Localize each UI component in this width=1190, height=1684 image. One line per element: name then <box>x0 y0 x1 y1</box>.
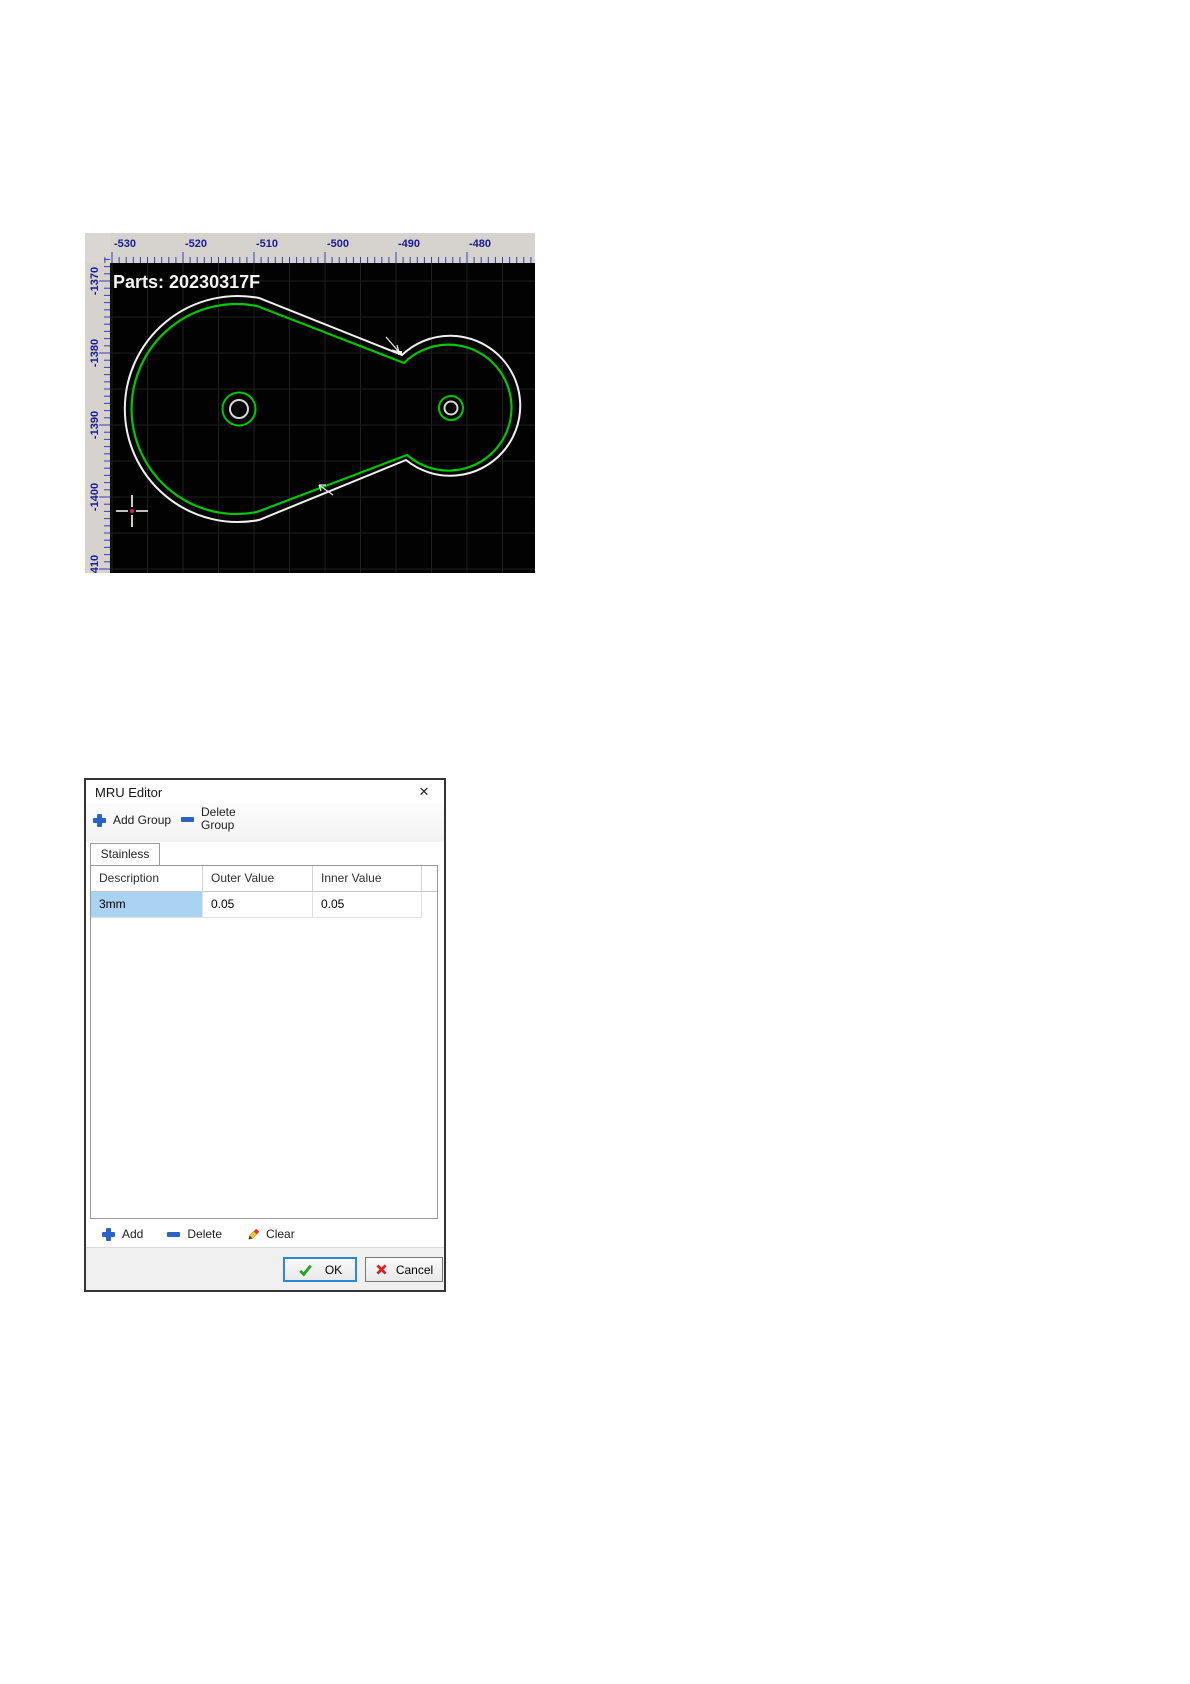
parts-label: Parts: 20230317F <box>113 272 260 292</box>
ok-label: OK <box>324 1262 343 1277</box>
x-icon <box>376 1264 387 1275</box>
add-group-label: Add Group <box>113 813 172 827</box>
table-row: 3mm 0.05 0.05 <box>91 892 437 918</box>
drawing-canvas[interactable] <box>110 263 535 573</box>
delete-label: Delete <box>187 1227 223 1241</box>
ruler-corner <box>85 233 110 263</box>
ok-button[interactable]: OK <box>283 1257 357 1282</box>
plus-icon <box>93 813 106 827</box>
plus-icon <box>102 1227 115 1241</box>
cad-viewer: -530 -520 -510 -500 -490 -480 -1370 -138… <box>85 233 535 573</box>
outer-value-cell[interactable]: 0.05 <box>203 892 313 918</box>
ruler-label: -1380 <box>89 339 101 367</box>
add-group-button[interactable]: Add Group <box>93 813 171 827</box>
ruler-label: -490 <box>398 238 420 250</box>
close-button[interactable]: ✕ <box>412 781 436 803</box>
ruler-label: -500 <box>327 238 349 250</box>
ruler-label: -1370 <box>89 267 101 295</box>
column-header-filler <box>422 866 437 892</box>
clear-button[interactable]: Clear <box>246 1227 295 1242</box>
add-label: Add <box>122 1227 144 1241</box>
delete-group-button[interactable]: Delete Group <box>181 806 236 832</box>
dialog-button-bar: OK Cancel <box>86 1247 444 1290</box>
clear-label: Clear <box>266 1227 295 1241</box>
column-header-description[interactable]: Description <box>91 866 203 892</box>
table-header: Description Outer Value Inner Value <box>91 866 437 892</box>
add-button[interactable]: Add <box>102 1227 143 1241</box>
crosshair-dot <box>130 509 134 513</box>
ruler-label: -1400 <box>89 483 101 511</box>
description-cell[interactable]: 3mm <box>91 892 203 918</box>
tab-stainless[interactable]: Stainless <box>90 843 160 865</box>
ruler-label: -510 <box>256 238 278 250</box>
clear-pencil-icon <box>248 1228 260 1239</box>
column-header-inner-value[interactable]: Inner Value <box>313 866 422 892</box>
inner-value-cell[interactable]: 0.05 <box>313 892 422 918</box>
cad-viewer-svg: -530 -520 -510 -500 -490 -480 -1370 -138… <box>85 233 535 573</box>
close-icon: ✕ <box>418 784 430 799</box>
ruler-label: -1410 <box>89 555 101 573</box>
minus-icon <box>167 1231 181 1237</box>
dialog-title: MRU Editor <box>95 785 163 800</box>
mru-table: Description Outer Value Inner Value 3mm … <box>90 865 438 1219</box>
check-icon <box>299 1264 312 1276</box>
ruler-label: -1390 <box>89 411 101 439</box>
delete-group-label: Delete Group <box>201 805 236 832</box>
ruler-label: -530 <box>114 238 136 250</box>
row-filler <box>422 892 437 918</box>
row-toolbar: Add Delete Clear <box>86 1221 444 1247</box>
cancel-label: Cancel <box>395 1262 434 1277</box>
delete-button[interactable]: Delete <box>167 1227 222 1241</box>
group-toolbar: Add Group Delete Group <box>86 803 444 842</box>
mru-editor-dialog: MRU Editor ✕ Add Group Delete Group Stai… <box>84 778 446 1292</box>
cancel-button[interactable]: Cancel <box>365 1257 443 1282</box>
column-header-outer-value[interactable]: Outer Value <box>203 866 313 892</box>
ruler-label: -520 <box>185 238 207 250</box>
minus-icon <box>181 816 194 822</box>
ruler-label: -480 <box>469 238 491 250</box>
